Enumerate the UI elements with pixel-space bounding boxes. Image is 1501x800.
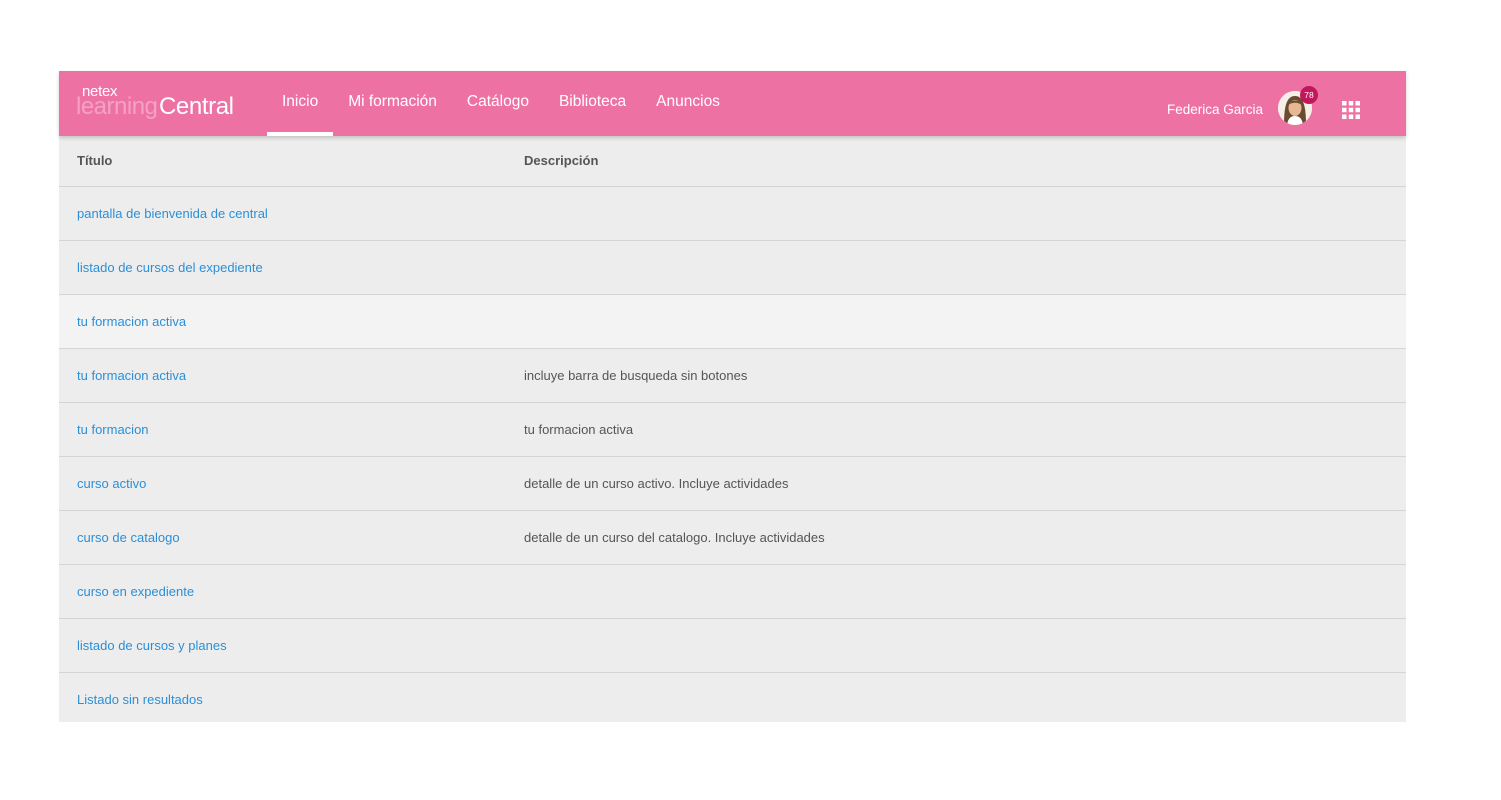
row-description: tu formacion activa	[524, 422, 634, 437]
row-title-link[interactable]: curso de catalogo	[77, 511, 180, 564]
notification-count-badge[interactable]: 78	[1300, 86, 1318, 104]
row-title-link[interactable]: Listado sin resultados	[77, 673, 203, 726]
nav-item-mi-formacion[interactable]: Mi formación	[333, 71, 452, 136]
table-row[interactable]: listado de cursos del expediente	[59, 241, 1406, 295]
nav-item-catalogo[interactable]: Catálogo	[452, 71, 544, 136]
nav-item-biblioteca[interactable]: Biblioteca	[544, 71, 641, 136]
nav-item-anuncios[interactable]: Anuncios	[641, 71, 735, 136]
column-header-descripcion[interactable]: Descripción	[524, 153, 598, 168]
table-row[interactable]: curso activo detalle de un curso activo.…	[59, 457, 1406, 511]
row-description: detalle de un curso activo. Incluye acti…	[524, 476, 789, 491]
row-title-link[interactable]: tu formacion activa	[77, 349, 186, 402]
screens-table: Título Descripción pantalla de bienvenid…	[59, 136, 1406, 726]
table-header: Título Descripción	[59, 136, 1406, 187]
row-description: incluye barra de busqueda sin botones	[524, 368, 748, 383]
app-window: netex learning Central Inicio Mi formaci…	[59, 71, 1406, 722]
row-title-link[interactable]: tu formacion activa	[77, 295, 186, 348]
logo-central-text: Central	[159, 93, 234, 120]
top-navbar: netex learning Central Inicio Mi formaci…	[59, 71, 1406, 136]
table-row[interactable]: curso en expediente	[59, 565, 1406, 619]
logo-learning-text: learning	[76, 93, 158, 120]
row-title-link[interactable]: curso activo	[77, 457, 146, 510]
table-row[interactable]: pantalla de bienvenida de central	[59, 187, 1406, 241]
table-row[interactable]: curso de catalogo detalle de un curso de…	[59, 511, 1406, 565]
nav-item-inicio[interactable]: Inicio	[267, 71, 334, 136]
row-title-link[interactable]: tu formacion	[77, 403, 149, 456]
table-row[interactable]: listado de cursos y planes	[59, 619, 1406, 673]
table-row-hovered[interactable]: tu formacion activa	[59, 295, 1406, 349]
row-title-link[interactable]: pantalla de bienvenida de central	[77, 187, 268, 240]
row-title-link[interactable]: listado de cursos y planes	[77, 619, 227, 672]
apps-grid-icon[interactable]	[1342, 101, 1360, 119]
column-header-titulo[interactable]: Título	[77, 153, 112, 168]
row-title-link[interactable]: listado de cursos del expediente	[77, 241, 263, 294]
main-nav: Inicio Mi formación Catálogo Biblioteca …	[267, 71, 735, 136]
table-row[interactable]: tu formacion activa incluye barra de bus…	[59, 349, 1406, 403]
table-row[interactable]: tu formacion tu formacion activa	[59, 403, 1406, 457]
row-description: detalle de un curso del catalogo. Incluy…	[524, 530, 825, 545]
table-row[interactable]: Listado sin resultados	[59, 673, 1406, 726]
user-name[interactable]: Federica Garcia	[1167, 102, 1263, 117]
row-title-link[interactable]: curso en expediente	[77, 565, 194, 618]
netex-learning-central-logo[interactable]: netex learning Central	[76, 83, 246, 129]
